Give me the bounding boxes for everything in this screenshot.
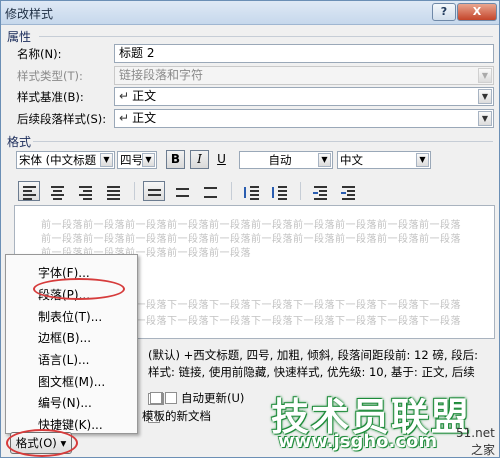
chevron-down-icon: ▼ — [478, 68, 492, 83]
help-button[interactable]: ? — [432, 3, 456, 21]
chevron-down-icon[interactable]: ▼ — [416, 153, 429, 167]
chevron-down-icon[interactable]: ▼ — [318, 153, 331, 167]
align-center-icon[interactable] — [46, 181, 68, 201]
double-spacing-icon[interactable] — [199, 181, 221, 201]
menu-item-border[interactable]: 边框(B)... — [38, 329, 91, 346]
style-description-line: 样式: 链接, 使用前隐藏, 快速样式, 优先级: 10, 基于: 正文, 后续 — [148, 365, 475, 379]
chevron-down-icon[interactable]: ▼ — [100, 153, 113, 167]
increase-space-before-icon[interactable] — [240, 181, 262, 201]
style-description-line: (默认) +西文标题, 四号, 加粗, 倾斜, 段落间距段前: 12 磅, 段后… — [148, 348, 479, 362]
next-style-select[interactable]: ↵ 正文 ▼ — [114, 109, 494, 128]
properties-separator — [39, 36, 493, 37]
title-bar: 修改样式 ? X — [1, 1, 499, 25]
toolbar-divider — [300, 182, 301, 200]
chevron-down-icon[interactable]: ▼ — [142, 153, 155, 167]
auto-update-checkbox[interactable] — [165, 392, 177, 404]
underline-button[interactable]: U — [212, 150, 231, 169]
dialog-title: 修改样式 — [5, 7, 54, 21]
menu-item-tabs[interactable]: 制表位(T)... — [38, 308, 102, 325]
menu-item-frame[interactable]: 图文框(M)... — [38, 373, 105, 390]
toolbar-divider — [134, 182, 135, 200]
chevron-down-icon[interactable]: ▼ — [478, 89, 492, 104]
increase-indent-icon[interactable] — [337, 181, 359, 201]
italic-button[interactable]: I — [190, 150, 209, 169]
format-separator — [33, 141, 493, 142]
menu-item-language[interactable]: 语言(L)... — [38, 351, 90, 368]
menu-item-numbering[interactable]: 编号(N)... — [38, 394, 92, 411]
toolbar-divider — [231, 182, 232, 200]
modify-style-dialog: 修改样式 ? X 属性 名称(N): 标题 2 样式类型(T): 链接段落和字符… — [0, 0, 500, 458]
paragraph-return-icon: ↵ — [119, 111, 130, 125]
align-left-icon[interactable] — [18, 181, 40, 201]
style-based-on-select[interactable]: ↵ 正文 ▼ — [114, 87, 494, 106]
auto-update-label: 自动更新(U) — [181, 391, 245, 405]
watermark-corner-text: 之家 — [471, 443, 496, 457]
watermark-corner-text: 51.net — [456, 426, 495, 440]
style-type-label: 样式类型(T): — [17, 69, 83, 83]
highlight-ring — [33, 278, 125, 300]
font-size-select[interactable]: 四号 ▼ — [117, 151, 157, 169]
font-select[interactable]: 宋体 (中文标题 ▼ — [16, 151, 115, 169]
chevron-down-icon[interactable]: ▼ — [478, 111, 492, 126]
paragraph-return-icon: ↵ — [119, 89, 130, 103]
font-color-select[interactable]: 自动 ▼ — [239, 151, 333, 169]
quick-style-checkbox[interactable] — [150, 392, 162, 404]
name-input[interactable]: 标题 2 — [114, 44, 494, 63]
align-right-icon[interactable] — [74, 181, 96, 201]
language-select[interactable]: 中文 ▼ — [337, 151, 431, 169]
close-button[interactable]: X — [457, 3, 497, 21]
style-based-on-label: 样式基准(B): — [17, 90, 84, 104]
name-label: 名称(N): — [17, 47, 62, 61]
decrease-indent-icon[interactable] — [309, 181, 331, 201]
one-half-spacing-icon[interactable] — [171, 181, 193, 201]
format-section-label: 格式 — [7, 135, 32, 149]
next-style-label: 后续段落样式(S): — [17, 112, 107, 126]
preview-previous-paragraph: 前一段落前一段落前一段落前一段落前一段落前一段落前一段落前一段落前一段落前一段落 — [41, 234, 461, 245]
properties-section-label: 属性 — [7, 30, 32, 44]
preview-previous-paragraph: 前一段落前一段落前一段落前一段落前一段落前一段落前一段落前一段落前一段落前一段落 — [41, 220, 461, 231]
align-justify-icon[interactable] — [102, 181, 124, 201]
watermark-url: www.jsgho.com — [278, 431, 438, 452]
new-documents-label: 模板的新文档 — [142, 409, 211, 423]
bold-button[interactable]: B — [166, 150, 185, 169]
style-type-select: 链接段落和字符 ▼ — [114, 66, 494, 85]
highlight-ring — [6, 429, 78, 457]
decrease-space-before-icon[interactable] — [268, 181, 290, 201]
single-spacing-icon[interactable] — [143, 181, 165, 201]
